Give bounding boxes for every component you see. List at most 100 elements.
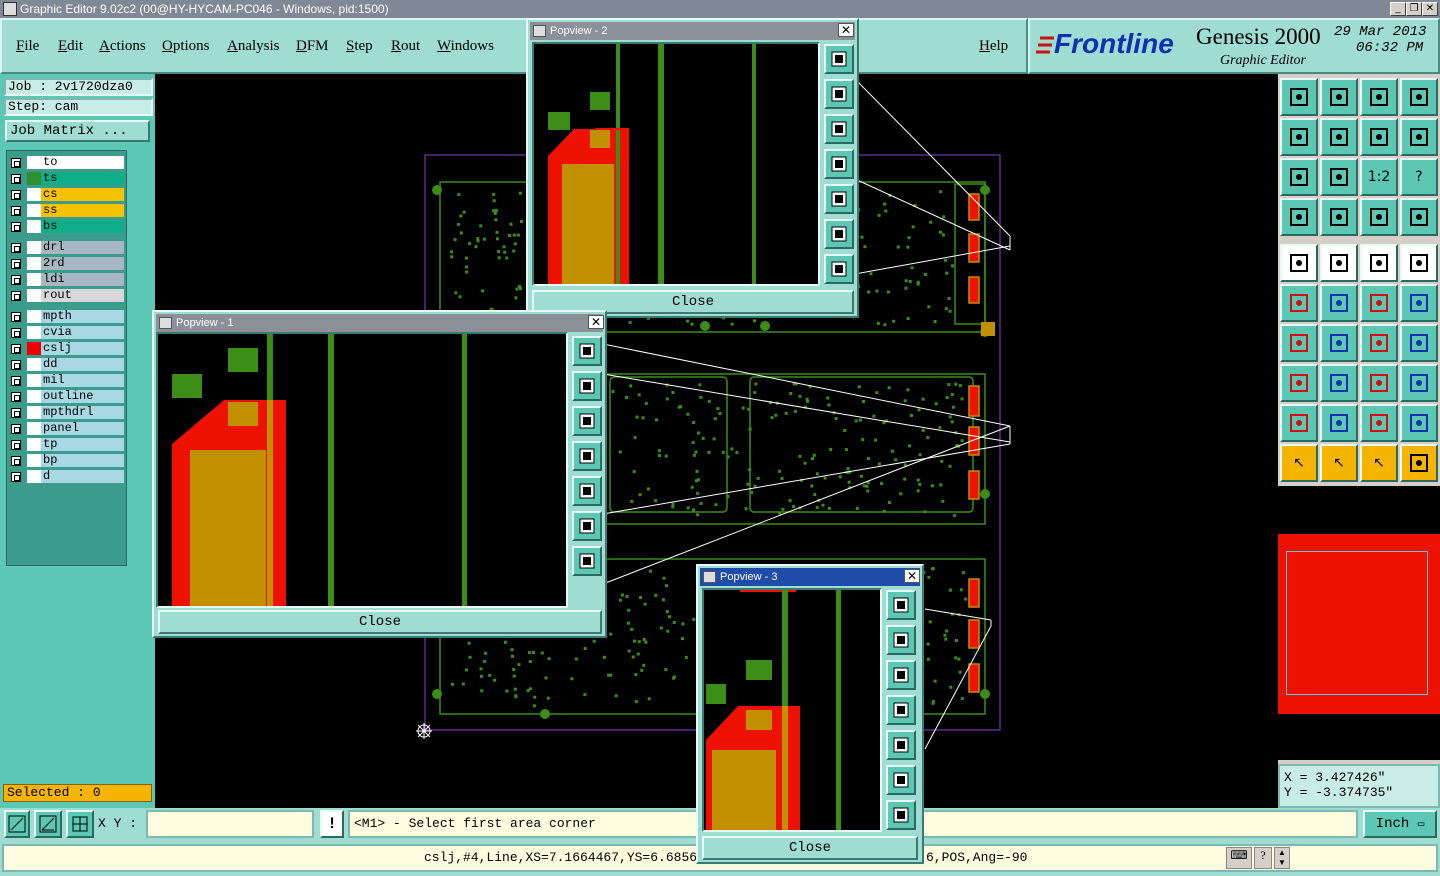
connect-nodes-icon[interactable] [1280,284,1318,322]
zoom-in-icon[interactable] [572,336,602,366]
rotate-icon[interactable] [1400,118,1438,156]
select-pointer-box-icon[interactable]: ↖ [1320,444,1358,482]
triangle-d-icon[interactable] [1400,404,1438,442]
layer-row-ldi[interactable]: ldi [7,272,127,287]
layer-row-ts[interactable]: ts [7,171,127,186]
mirror-icon[interactable] [1360,118,1398,156]
layer-name[interactable]: outline [41,390,124,403]
group-icon[interactable] [1400,364,1438,402]
layer-name[interactable]: to [41,156,124,169]
snap-blue-icon[interactable] [1400,198,1438,236]
layer-name[interactable]: mpthdrl [41,406,124,419]
popview-3-close-icon[interactable]: ✕ [904,569,920,583]
arrow-left-icon[interactable] [886,695,916,725]
layer-checkbox[interactable] [11,456,21,466]
zoom-center-icon[interactable] [1320,158,1358,196]
node-add-icon[interactable] [1280,364,1318,402]
popview-1-view[interactable] [156,332,568,608]
arrow-up-icon[interactable] [886,625,916,655]
layer-color-swatch[interactable] [27,342,41,355]
layer-row-cs[interactable]: cs [7,187,127,202]
zoom-out-icon[interactable] [886,800,916,830]
layer-name[interactable]: ss [41,204,124,217]
layer-row-drl[interactable]: drl [7,240,127,255]
layer-color-swatch[interactable] [27,204,41,217]
layer-name[interactable]: mil [41,374,124,387]
layer-color-swatch[interactable] [27,470,41,483]
layer-color-swatch[interactable] [27,390,41,403]
split-view-icon[interactable] [1400,78,1438,116]
layer-row-ss[interactable]: ss [7,203,127,218]
move-node-icon[interactable] [1360,284,1398,322]
layer-checkbox[interactable] [11,190,21,200]
popview-1-close-icon[interactable]: ✕ [588,315,604,329]
layer-row-rout[interactable]: rout [7,288,127,303]
arrow-down-icon[interactable] [572,406,602,436]
menu-options[interactable]: Options [162,38,210,55]
menu-actions[interactable]: Actions [99,38,146,55]
zoom-out-icon[interactable] [572,546,602,576]
layer-checkbox[interactable] [11,360,21,370]
menu-dfm[interactable]: DFM [296,38,329,55]
menu-analysis[interactable]: Analysis [227,38,280,55]
popview-3-close-button[interactable]: Close [702,836,918,860]
zoom-fit-icon[interactable] [824,219,854,249]
menu-file[interactable]: File [16,38,39,55]
layer-row-outline[interactable]: outline [7,389,127,404]
select-path-icon[interactable] [1400,444,1438,482]
zoom-in-icon[interactable] [824,44,854,74]
layer-name[interactable]: dd [41,358,124,371]
layer-color-swatch[interactable] [27,220,41,233]
layer-name[interactable]: ts [41,172,124,185]
layer-checkbox[interactable] [11,158,21,168]
info-icon[interactable]: ! [320,810,344,838]
layer-color-swatch[interactable] [27,156,41,169]
arc-icon[interactable] [1360,324,1398,362]
arrow-left-icon[interactable] [824,149,854,179]
layer-checkbox[interactable] [11,344,21,354]
zoom-fit-icon[interactable] [1280,158,1318,196]
layer-name[interactable]: 2rd [41,257,124,270]
go-bottom-icon[interactable] [1320,78,1358,116]
layer-color-swatch[interactable] [27,438,41,451]
layer-checkbox[interactable] [11,291,21,301]
layer-checkbox[interactable] [11,222,21,232]
spinner-icon[interactable]: ▲ ▼ [1274,847,1290,869]
layer-row-cvia[interactable]: cvia [7,325,127,340]
layer-checkbox[interactable] [11,174,21,184]
layer-color-swatch[interactable] [27,422,41,435]
layer-row-2rd[interactable]: 2rd [7,256,127,271]
layer-row-panel[interactable]: panel [7,421,127,436]
layer-row-to[interactable]: to [7,155,127,170]
layer-color-swatch[interactable] [27,273,41,286]
resize-icon[interactable] [1360,364,1398,402]
layer-row-bs[interactable]: bs [7,219,127,234]
add-pad-icon[interactable] [1280,244,1318,282]
layer-row-dd[interactable]: dd [7,357,127,372]
slope-icon[interactable] [1320,324,1358,362]
zoom-area-icon[interactable] [4,810,30,838]
layer-name[interactable]: panel [41,422,124,435]
popview-2-close-icon[interactable]: ✕ [838,23,854,37]
layer-checkbox[interactable] [11,328,21,338]
layer-row-tp[interactable]: tp [7,437,127,452]
arrow-right-icon[interactable] [886,730,916,760]
layer-name[interactable]: rout [41,289,124,302]
close-window-button[interactable]: ✕ [1422,2,1438,16]
job-matrix-button[interactable]: Job Matrix ... [5,120,150,142]
layer-checkbox[interactable] [11,408,21,418]
arrow-up-icon[interactable] [572,371,602,401]
snap-red-icon[interactable] [1360,198,1398,236]
layer-color-swatch[interactable] [27,310,41,323]
layer-color-swatch[interactable] [27,172,41,185]
layer-name[interactable]: bp [41,454,124,467]
layer-checkbox[interactable] [11,206,21,216]
layer-checkbox[interactable] [11,472,21,482]
layer-color-swatch[interactable] [27,188,41,201]
layer-name[interactable]: mpth [41,310,124,323]
select-pointer-frame-icon[interactable]: ↖ [1360,444,1398,482]
layer-row-mpthdrl[interactable]: mpthdrl [7,405,127,420]
minimize-button[interactable]: _ [1390,2,1406,16]
arrow-down-icon[interactable] [824,114,854,144]
layer-name[interactable]: cslj [41,342,124,355]
